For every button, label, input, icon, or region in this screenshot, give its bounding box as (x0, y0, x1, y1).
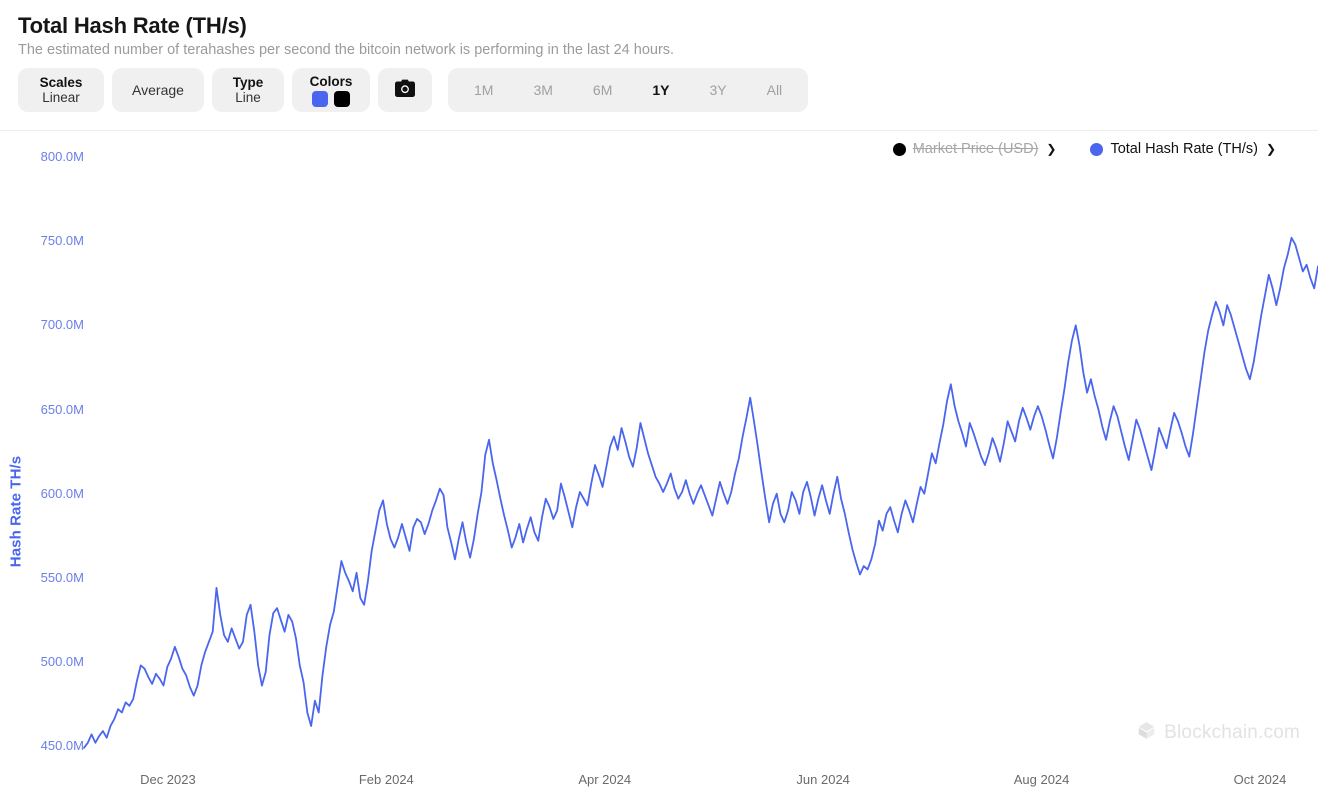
hash-rate-line-series (83, 236, 1318, 749)
time-range-group: 1M 3M 6M 1Y 3Y All (448, 68, 809, 112)
type-label: Type (232, 74, 264, 90)
chart-plot-area: Hash Rate TH/s 450.0M 500.0M 550.0M 600.0M 6… (0, 131, 1318, 793)
range-button-1y[interactable]: 1Y (632, 70, 689, 110)
average-label: Average (132, 82, 184, 98)
type-button[interactable]: Type Line (212, 68, 284, 112)
scales-button[interactable]: Scales Linear (18, 68, 104, 112)
range-button-6m[interactable]: 6M (573, 70, 632, 110)
scales-value: Linear (42, 89, 80, 105)
chart-page: Total Hash Rate (TH/s) The estimated num… (0, 0, 1318, 793)
colors-label: Colors (309, 73, 353, 89)
screenshot-button[interactable] (378, 68, 432, 112)
chart-toolbar: Scales Linear Average Type Line Colors 1… (18, 68, 809, 112)
colors-button[interactable]: Colors (292, 68, 370, 112)
page-subtitle: The estimated number of terahashes per s… (18, 42, 675, 58)
type-value: Line (235, 89, 261, 105)
range-button-1m[interactable]: 1M (454, 70, 513, 110)
color-swatches (312, 90, 350, 107)
color-swatch-primary[interactable] (312, 90, 328, 107)
page-title: Total Hash Rate (TH/s) (18, 13, 247, 38)
range-button-3y[interactable]: 3Y (689, 70, 746, 110)
range-button-all[interactable]: All (747, 70, 803, 110)
color-swatch-secondary[interactable] (334, 90, 350, 107)
chart-header: Total Hash Rate (TH/s) The estimated num… (0, 0, 1318, 131)
camera-icon (394, 79, 416, 101)
range-button-3m[interactable]: 3M (513, 70, 572, 110)
average-button[interactable]: Average (112, 68, 204, 112)
scales-label: Scales (39, 74, 83, 90)
